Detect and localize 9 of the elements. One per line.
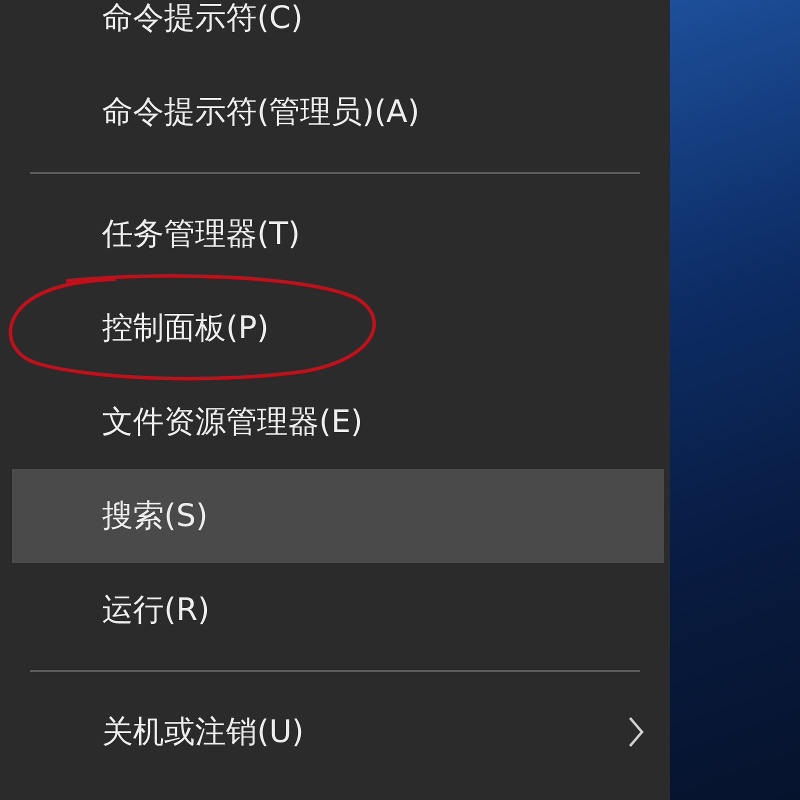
- menu-item[interactable]: 关机或注销(U): [12, 685, 664, 779]
- menu-item[interactable]: 命令提示符(C): [12, 0, 664, 65]
- menu-item[interactable]: 任务管理器(T): [12, 187, 664, 281]
- menu-item[interactable]: 文件资源管理器(E): [12, 375, 664, 469]
- chevron-icon: [628, 716, 644, 748]
- menu-item[interactable]: 命令提示符(管理员)(A): [12, 65, 664, 159]
- menu-item[interactable]: 运行(R): [12, 563, 664, 657]
- menu-item[interactable]: 搜索(S): [12, 469, 664, 563]
- menu-item[interactable]: 控制面板(P): [12, 281, 664, 375]
